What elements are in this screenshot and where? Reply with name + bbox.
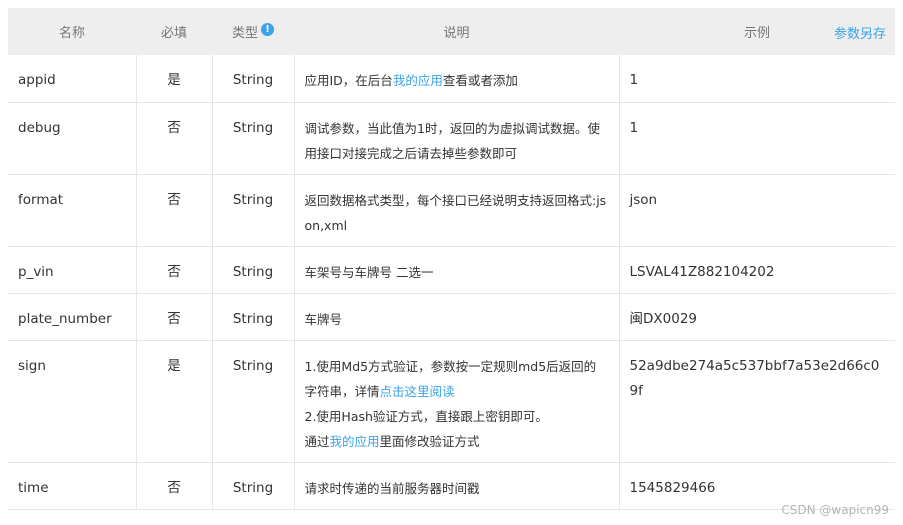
desc-text: 调试参数，当此值为1时，返回的为虚拟调试数据。使用接口对接完成之后请去掉些参数即… — [304, 120, 600, 161]
desc-link[interactable]: 点击这里阅读 — [380, 384, 455, 399]
param-required-cell: 否 — [136, 174, 213, 247]
param-required-cell: 否 — [136, 293, 213, 341]
param-example-cell: json — [619, 174, 895, 247]
param-name-cell: time — [8, 462, 137, 510]
col-header-example-label: 示例 — [743, 26, 770, 41]
table-row: sign 是 String 1.使用Md5方式验证，参数按一定规则md5后返回的字符串… — [8, 340, 895, 463]
param-type-cell: String — [212, 55, 295, 103]
desc-text: 2.使用Hash验证方式，直接跟上密钥即可。 — [304, 408, 548, 424]
col-header-example: 示例 参数另存 — [619, 8, 895, 55]
param-type-cell: String — [212, 340, 295, 463]
param-required-cell: 否 — [136, 102, 213, 175]
param-name-cell: sign — [8, 340, 137, 463]
param-name-cell: format — [8, 174, 137, 247]
params-table: 名称 必填 类型! 说明 示例 参数另存 appid 是 String 应用ID，在后台… — [8, 8, 895, 510]
param-desc-cell: 调试参数，当此值为1时，返回的为虚拟调试数据。使用接口对接完成之后请去掉些参数即… — [294, 102, 620, 175]
desc-text: 车架号与车牌号 二选一 — [304, 264, 434, 280]
param-type-cell: String — [212, 102, 295, 175]
param-name-cell: appid — [8, 55, 137, 103]
param-example-cell: LSVAL41Z882104202 — [619, 246, 895, 294]
param-name-cell: debug — [8, 102, 137, 175]
desc-link[interactable]: 我的应用 — [330, 434, 380, 449]
param-desc-cell: 返回数据格式类型，每个接口已经说明支持返回格式:json,xml — [294, 174, 620, 247]
table-body: appid 是 String 应用ID，在后台我的应用查看或者添加 1 debug 否 Str… — [8, 55, 895, 510]
table-row: format 否 String 返回数据格式类型，每个接口已经说明支持返回格式:jso… — [8, 174, 895, 247]
param-required-cell: 是 — [136, 340, 213, 463]
col-header-type: 类型! — [212, 8, 294, 55]
watermark: CSDN @wapicn99 — [781, 503, 889, 517]
desc-text: 通过 — [304, 433, 330, 449]
param-required-cell: 否 — [136, 462, 213, 510]
desc-text: 请求时传递的当前服务器时间戳 — [304, 480, 480, 496]
param-desc-cell: 车牌号 — [294, 293, 620, 341]
desc-text: 车牌号 — [304, 311, 343, 327]
param-name-cell: plate_number — [8, 293, 137, 341]
param-example-cell: 52a9dbe274a5c537bbf7a53e2d66c09f — [619, 340, 895, 463]
table-header-row: 名称 必填 类型! 说明 示例 参数另存 — [8, 8, 895, 55]
table-row: p_vin 否 String 车架号与车牌号 二选一 LSVAL41Z882104202 — [8, 246, 895, 294]
info-icon[interactable]: ! — [261, 23, 274, 36]
desc-text: 应用ID，在后台 — [304, 73, 393, 88]
param-example-cell: 1 — [619, 102, 895, 175]
desc-text: 里面修改验证方式 — [379, 433, 480, 449]
param-type-cell: String — [212, 462, 295, 510]
desc-link[interactable]: 我的应用 — [393, 73, 443, 88]
param-required-cell: 否 — [136, 246, 213, 294]
save-params-link[interactable]: 参数另存 — [834, 23, 886, 42]
param-desc-cell: 应用ID，在后台我的应用查看或者添加 — [294, 55, 620, 103]
param-type-cell: String — [212, 246, 295, 294]
param-example-cell: 1545829466 — [619, 462, 895, 510]
desc-text: 查看或者添加 — [442, 73, 518, 88]
param-name-cell: p_vin — [8, 246, 137, 294]
param-desc-cell: 1.使用Md5方式验证，参数按一定规则md5后返回的字符串，详情点击这里阅读 2.… — [294, 340, 620, 463]
col-header-required: 必填 — [136, 8, 212, 55]
col-header-type-label: 类型 — [231, 26, 258, 41]
param-example-cell: 闽DX0029 — [619, 293, 895, 341]
table-row: debug 否 String 调试参数，当此值为1时，返回的为虚拟调试数据。使用接口对… — [8, 102, 895, 175]
col-header-name: 名称 — [8, 8, 136, 55]
desc-text: 返回数据格式类型，每个接口已经说明支持返回格式:json,xml — [304, 192, 607, 233]
table-row: time 否 String 请求时传递的当前服务器时间戳 1545829466 — [8, 462, 895, 510]
param-type-cell: String — [212, 293, 295, 341]
param-desc-cell: 请求时传递的当前服务器时间戳 — [294, 462, 620, 510]
param-required-cell: 是 — [136, 55, 213, 103]
param-type-cell: String — [212, 174, 295, 247]
col-header-desc: 说明 — [294, 8, 619, 55]
table-row: appid 是 String 应用ID，在后台我的应用查看或者添加 1 — [8, 55, 895, 103]
param-desc-cell: 车架号与车牌号 二选一 — [294, 246, 620, 294]
table-row: plate_number 否 String 车牌号 闽DX0029 — [8, 293, 895, 341]
param-example-cell: 1 — [619, 55, 895, 103]
